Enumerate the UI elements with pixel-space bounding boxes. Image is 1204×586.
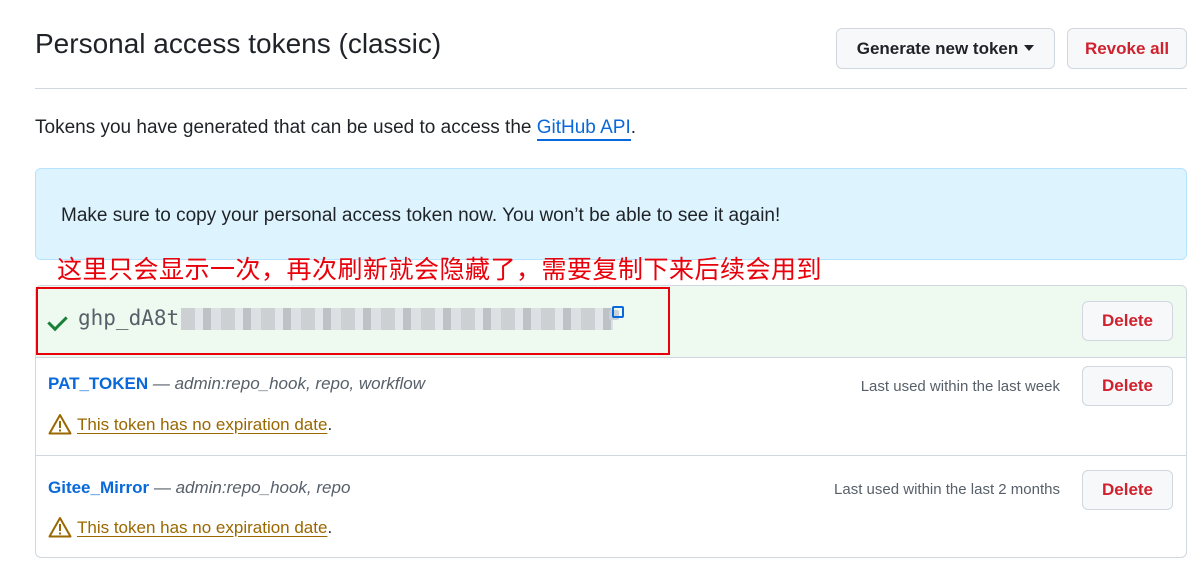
token-warning-suffix: .	[327, 518, 333, 537]
token-warning-link[interactable]: This token has no expiration date	[77, 415, 327, 434]
token-warning: This token has no expiration date.	[48, 516, 332, 538]
page-title: Personal access tokens (classic)	[35, 28, 442, 59]
token-title-line: PAT_TOKEN — admin:repo_hook, repo, workf…	[48, 374, 425, 394]
delete-token-button[interactable]: Delete	[1082, 470, 1173, 510]
token-last-used: Last used within the last week	[860, 378, 1060, 395]
alert-triangle-icon	[48, 517, 72, 538]
generate-new-token-button[interactable]: Generate new token	[836, 28, 1055, 69]
generate-new-token-label: Generate new token	[856, 39, 1019, 58]
token-dash: —	[152, 374, 170, 393]
copy-token-notice-text: Make sure to copy your personal access t…	[61, 205, 781, 226]
token-row: PAT_TOKEN — admin:repo_hook, repo, workf…	[36, 358, 1186, 456]
token-scopes: admin:repo_hook, repo, workflow	[174, 374, 426, 393]
token-name-link[interactable]: PAT_TOKEN	[48, 374, 148, 393]
page-header: Personal access tokens (classic) Generat…	[35, 26, 1187, 89]
token-warning: This token has no expiration date.	[48, 413, 332, 435]
delete-new-token-button[interactable]: Delete	[1082, 301, 1173, 341]
annotation-highlight-box	[36, 287, 670, 355]
token-title-line: Gitee_Mirror — admin:repo_hook, repo	[48, 478, 350, 498]
revoke-all-button[interactable]: Revoke all	[1067, 28, 1187, 69]
token-row: Gitee_Mirror — admin:repo_hook, repo Las…	[36, 456, 1186, 557]
intro-text-body: Tokens you have generated that can be us…	[35, 117, 537, 138]
alert-triangle-icon	[48, 414, 72, 435]
token-warning-link[interactable]: This token has no expiration date	[77, 518, 327, 537]
token-dash: —	[153, 478, 171, 497]
token-warning-suffix: .	[327, 415, 333, 434]
copy-token-notice: Make sure to copy your personal access t…	[35, 168, 1187, 260]
delete-token-button[interactable]: Delete	[1082, 366, 1173, 406]
token-last-used: Last used within the last 2 months	[834, 481, 1060, 498]
intro-suffix: .	[630, 117, 637, 138]
intro-text: Tokens you have generated that can be us…	[35, 117, 637, 141]
caret-down-icon	[1024, 45, 1035, 51]
annotation-text: 这里只会显示一次，再次刷新就会隐藏了，需要复制下来后续会用到	[57, 255, 823, 284]
token-name-link[interactable]: Gitee_Mirror	[48, 478, 149, 497]
token-scopes: admin:repo_hook, repo	[175, 478, 351, 497]
github-api-link[interactable]: GitHub API	[536, 117, 631, 141]
